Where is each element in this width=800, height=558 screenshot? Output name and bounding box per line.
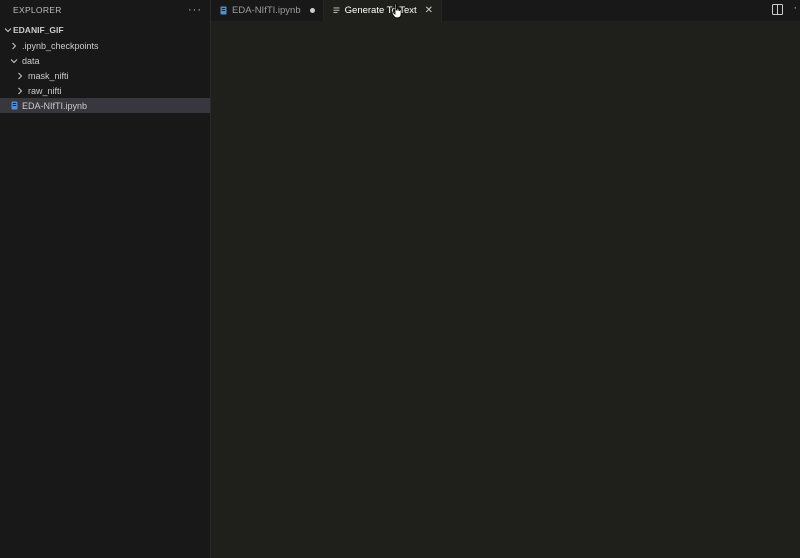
- unsaved-dot-icon[interactable]: [309, 8, 315, 13]
- notebook-icon: [9, 98, 19, 113]
- tree-item-label: data: [22, 55, 40, 66]
- chevron-right-icon: [15, 83, 25, 98]
- explorer-sidebar: EXPLORER ··· EDANIF_GIF .ipynb_checkpoin…: [0, 0, 211, 558]
- lines-icon: [333, 6, 340, 15]
- explorer-title: EXPLORER: [13, 5, 62, 15]
- tree-item-label: raw_nifti: [28, 85, 62, 96]
- close-icon[interactable]: ✕: [425, 5, 433, 16]
- ellipsis-icon[interactable]: ···: [188, 4, 202, 16]
- vscode-window: EXPLORER ··· EDANIF_GIF .ipynb_checkpoin…: [0, 0, 800, 558]
- split-editor-icon[interactable]: [772, 4, 783, 15]
- tree-item-data[interactable]: data: [0, 53, 210, 68]
- tab-eda-notebook[interactable]: EDA-NIfTI.ipynb: [211, 0, 324, 21]
- chevron-right-icon: [9, 38, 19, 53]
- ellipsis-icon[interactable]: ·: [793, 3, 798, 14]
- tree-item-ipynb-checkpoints[interactable]: .ipynb_checkpoints: [0, 38, 210, 53]
- tree-item-label: .ipynb_checkpoints: [22, 40, 99, 51]
- editor-content[interactable]: [211, 21, 800, 558]
- folder-name: EDANIF_GIF: [13, 24, 64, 35]
- tree-item-eda-notebook[interactable]: EDA-NIfTI.ipynb: [0, 98, 210, 113]
- explorer-header: EXPLORER ···: [0, 0, 210, 20]
- chevron-right-icon: [15, 68, 25, 83]
- chevron-down-icon: [3, 22, 13, 37]
- tab-label: Generate To Text: [344, 5, 417, 16]
- folder-section-header[interactable]: EDANIF_GIF: [0, 21, 210, 38]
- tree-item-mask-nifti[interactable]: mask_nifti: [0, 68, 210, 83]
- tree-item-label: mask_nifti: [28, 70, 69, 81]
- tree-item-label: EDA-NIfTI.ipynb: [22, 100, 88, 111]
- tab-generate-to-text[interactable]: Generate To Text ✕: [323, 0, 443, 21]
- editor-area: EDA-NIfTI.ipynb Generate To Text ✕ ·: [211, 0, 800, 558]
- tab-label: EDA-NIfTI.ipynb: [232, 5, 301, 16]
- tree-item-raw-nifti[interactable]: raw_nifti: [0, 83, 210, 98]
- notebook-icon: [220, 6, 227, 15]
- chevron-down-icon: [9, 53, 19, 68]
- tab-bar: EDA-NIfTI.ipynb Generate To Text ✕ ·: [211, 0, 800, 21]
